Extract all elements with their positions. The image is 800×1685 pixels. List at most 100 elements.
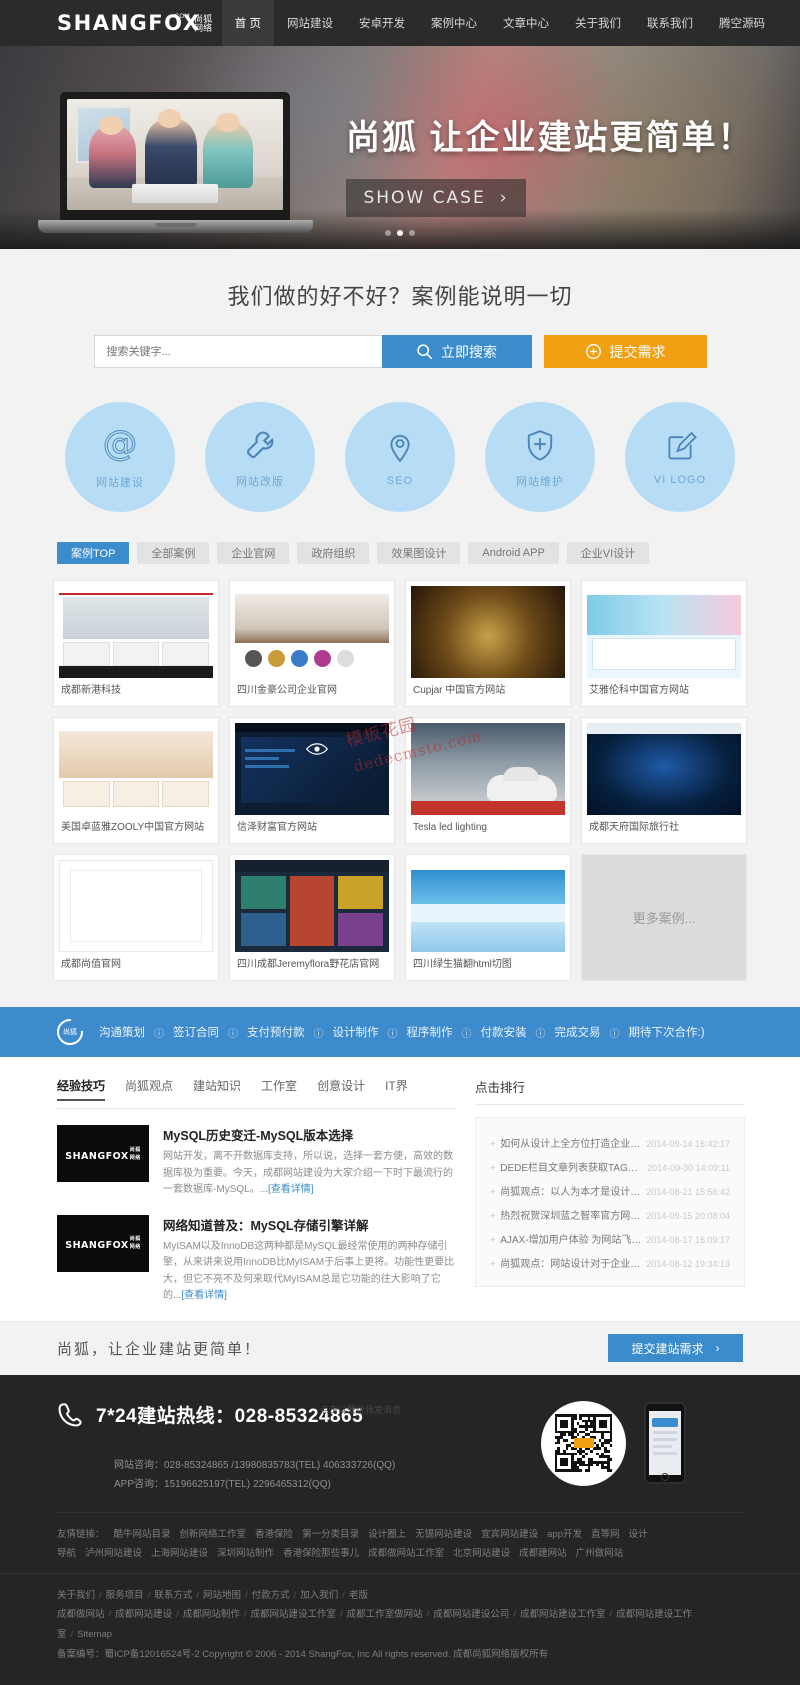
rank-item[interactable]: +DEDE栏目文章列表获取TAGS解决方法2014-09-30 14:09:11 [490,1154,730,1178]
footer-link[interactable]: 成都做网站 [57,1609,105,1620]
service-website-revision[interactable]: 网站改版 [205,402,315,512]
friend-link[interactable]: 香港保险 [255,1529,293,1540]
footer-link[interactable]: Sitemap [77,1629,112,1640]
footer-link[interactable]: 关于我们 [57,1590,95,1601]
friend-link[interactable]: 上海网站建设 [151,1548,208,1559]
footer-link[interactable]: 成都工作室做网站 [347,1609,423,1620]
nav-item-4[interactable]: 文章中心 [490,0,562,46]
carousel-dot-3[interactable] [409,230,415,236]
case-card[interactable]: 美国卓蓝雅ZOOLY中国官方网站 [53,717,219,844]
rank-item-title[interactable]: 如何从设计上全方位打造企业官网 [500,1135,641,1150]
footer-link[interactable]: 联系方式 [154,1590,192,1601]
friend-link[interactable]: app开发 [547,1529,582,1540]
nav-item-6[interactable]: 联系我们 [634,0,706,46]
rank-item[interactable]: +尚狐观点：网站设计对于企业的重要性2014-08-12 19:34:13 [490,1250,730,1274]
news-tab-5[interactable]: IT界 [385,1077,408,1101]
news-tab-4[interactable]: 创意设计 [317,1077,365,1101]
friend-link[interactable]: 宜宾网站建设 [481,1529,538,1540]
rank-item-title[interactable]: DEDE栏目文章列表获取TAGS解决方法 [500,1159,642,1174]
site-logo[interactable]: SHANGFOX .COM 尚狐 网络 [57,13,212,34]
case-card[interactable]: 四川绿生猫翻html切图 [405,854,571,981]
case-card[interactable]: 四川金豪公司企业官网 [229,580,395,707]
process-step-7[interactable]: 期待下次合作:) [629,1024,705,1040]
friend-link[interactable]: 无锡网站建设 [415,1529,472,1540]
rank-item[interactable]: +如何从设计上全方位打造企业官网2014-09-14 16:42:17 [490,1130,730,1154]
nav-item-0[interactable]: 首 页 [222,0,274,46]
process-step-5[interactable]: 付款安装 [481,1024,527,1040]
nav-item-3[interactable]: 案例中心 [418,0,490,46]
more-cases-card[interactable]: 更多案例... [581,854,747,981]
nav-item-5[interactable]: 关于我们 [562,0,634,46]
rank-item[interactable]: +热烈祝贺深圳蓝之智率官方网站交付上线2014-09-15 20:08:04 [490,1202,730,1226]
news-tab-0[interactable]: 经验技巧 [57,1077,105,1101]
process-step-2[interactable]: 支付预付款 [247,1024,305,1040]
news-tab-1[interactable]: 尚狐观点 [125,1077,173,1101]
case-card[interactable]: Tesla led lighting [405,717,571,844]
cta-submit-button[interactable]: 提交建站需求 › [608,1334,743,1362]
search-input[interactable] [94,335,382,368]
show-case-button[interactable]: SHOW CASE › [346,179,526,217]
service-website-maintenance[interactable]: 网站维护 [485,402,595,512]
friend-link[interactable]: 第一分类目录 [302,1529,359,1540]
rank-item-title[interactable]: AJAX-增加用户体验 为网站飞一会儿 [500,1231,641,1246]
case-tab-1[interactable]: 全部案例 [137,542,209,564]
process-step-1[interactable]: 签订合同 [173,1024,219,1040]
friend-link[interactable]: 深圳网站制作 [217,1548,274,1559]
process-step-3[interactable]: 设计制作 [333,1024,379,1040]
footer-link[interactable]: 老版 [349,1590,368,1601]
case-card[interactable]: Cupjar 中国官方网站 [405,580,571,707]
friend-link[interactable]: 设计 [629,1529,648,1540]
case-card[interactable]: 艾雅伦科中国官方网站 [581,580,747,707]
case-tab-3[interactable]: 政府组织 [297,542,369,564]
footer-link[interactable]: 加入我们 [300,1590,338,1601]
case-tab-6[interactable]: 企业VI设计 [567,542,649,564]
case-card[interactable]: 成都天府国际旅行社 [581,717,747,844]
case-card[interactable]: 四川成都Jeremyflora野花店官网 [229,854,395,981]
rank-item[interactable]: +AJAX-增加用户体验 为网站飞一会儿2014-08-17 16:09:17 [490,1226,730,1250]
footer-link[interactable]: 服务项目 [106,1590,144,1601]
process-step-6[interactable]: 完成交易 [555,1024,601,1040]
nav-item-1[interactable]: 网站建设 [274,0,346,46]
rank-item-title[interactable]: 尚狐观点：网站设计对于企业的重要性 [500,1255,641,1270]
friend-link[interactable]: 酷牛网站目录 [114,1529,171,1540]
case-tab-5[interactable]: Android APP [468,542,558,564]
rank-item-title[interactable]: 热烈祝贺深圳蓝之智率官方网站交付上线 [500,1207,641,1222]
carousel-dot-2[interactable] [397,230,403,236]
service-vi-logo[interactable]: VI LOGO [625,402,735,512]
footer-link[interactable]: 成都网站建设工作室 [520,1609,606,1620]
rank-item-title[interactable]: 尚狐观点：以人为本才是设计王道 [500,1183,641,1198]
search-button[interactable]: 立即搜索 [382,335,532,368]
friend-link[interactable]: 导航 [57,1548,76,1559]
service-website-construction[interactable]: @ 网站建设 [65,402,175,512]
footer-link[interactable]: 网站地图 [203,1590,241,1601]
footer-link[interactable]: 成都网站建设工作室 [250,1609,336,1620]
friend-link[interactable]: 成都做网站工作室 [368,1548,444,1559]
friend-link[interactable]: 直等网 [591,1529,620,1540]
news-more-link[interactable]: [查看详情] [268,1184,314,1195]
friend-link[interactable]: 设计圈上 [368,1529,406,1540]
carousel-dot-1[interactable] [385,230,391,236]
submit-demand-button[interactable]: 提交需求 [544,335,707,368]
footer-link[interactable]: 成都网站制作 [183,1609,240,1620]
footer-link[interactable]: 成都网站建设公司 [433,1609,509,1620]
case-card[interactable]: 成都新港科技 [53,580,219,707]
service-seo[interactable]: SEO [345,402,455,512]
process-step-4[interactable]: 程序制作 [407,1024,453,1040]
friend-link[interactable]: 香港保险那些事儿 [283,1548,359,1559]
rank-item[interactable]: +尚狐观点：以人为本才是设计王道2014-08-21 15:56:42 [490,1178,730,1202]
case-card[interactable]: 信泽财富官方网站 [229,717,395,844]
footer-link[interactable]: 付款方式 [252,1590,290,1601]
news-item[interactable]: SHANGFOX尚狐网络网络知道普及：MySQL存储引擎详解MyISAM以及In… [57,1215,457,1305]
case-tab-4[interactable]: 效果图设计 [377,542,460,564]
process-step-0[interactable]: 沟通策划 [99,1024,145,1040]
news-tab-3[interactable]: 工作室 [261,1077,297,1101]
news-more-link[interactable]: [查看详情] [181,1290,227,1301]
case-card[interactable]: 成都尚值官网 [53,854,219,981]
nav-item-2[interactable]: 安卓开发 [346,0,418,46]
friend-link[interactable]: 泸州网站建设 [85,1548,142,1559]
friend-link[interactable]: 广州做网站 [576,1548,624,1559]
news-tab-2[interactable]: 建站知识 [193,1077,241,1101]
friend-link[interactable]: 创新网络工作室 [180,1529,247,1540]
friend-link[interactable]: 成都建网站 [519,1548,567,1559]
footer-link[interactable]: 成都网站建设 [115,1609,172,1620]
